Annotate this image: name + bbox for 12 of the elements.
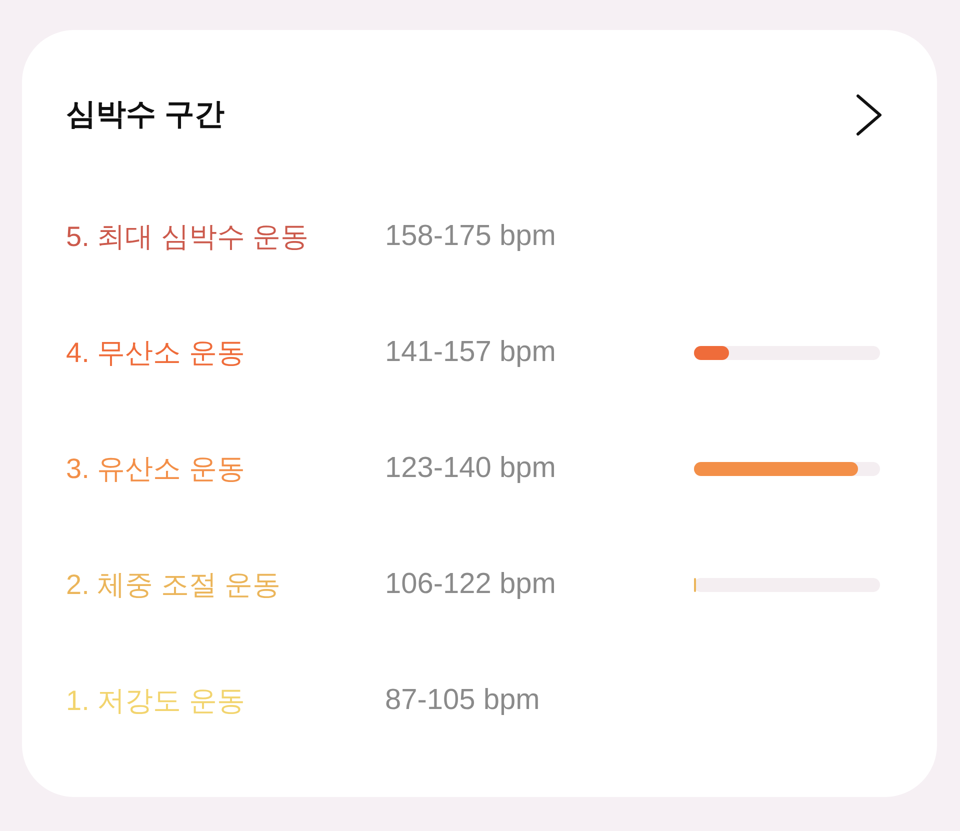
bpm-range: 106-122 bpm	[385, 567, 557, 602]
bpm-range: 141-157 bpm	[385, 335, 557, 370]
zone-label: 3. 유산소 운동	[66, 452, 246, 486]
zone-label: 5. 최대 심박수 운동	[66, 220, 310, 254]
zone-label: 2. 체중 조절 운동	[66, 568, 282, 602]
zone-label: 1. 저강도 운동	[66, 684, 246, 718]
bpm-range: 87-105 bpm	[385, 683, 541, 718]
card-title: 심박수 구간	[66, 97, 224, 133]
bpm-range: 158-175 bpm	[385, 219, 557, 254]
zone-label: 4. 무산소 운동	[66, 336, 246, 370]
bpm-range: 123-140 bpm	[385, 451, 557, 486]
chevron-right-icon[interactable]	[856, 94, 882, 136]
